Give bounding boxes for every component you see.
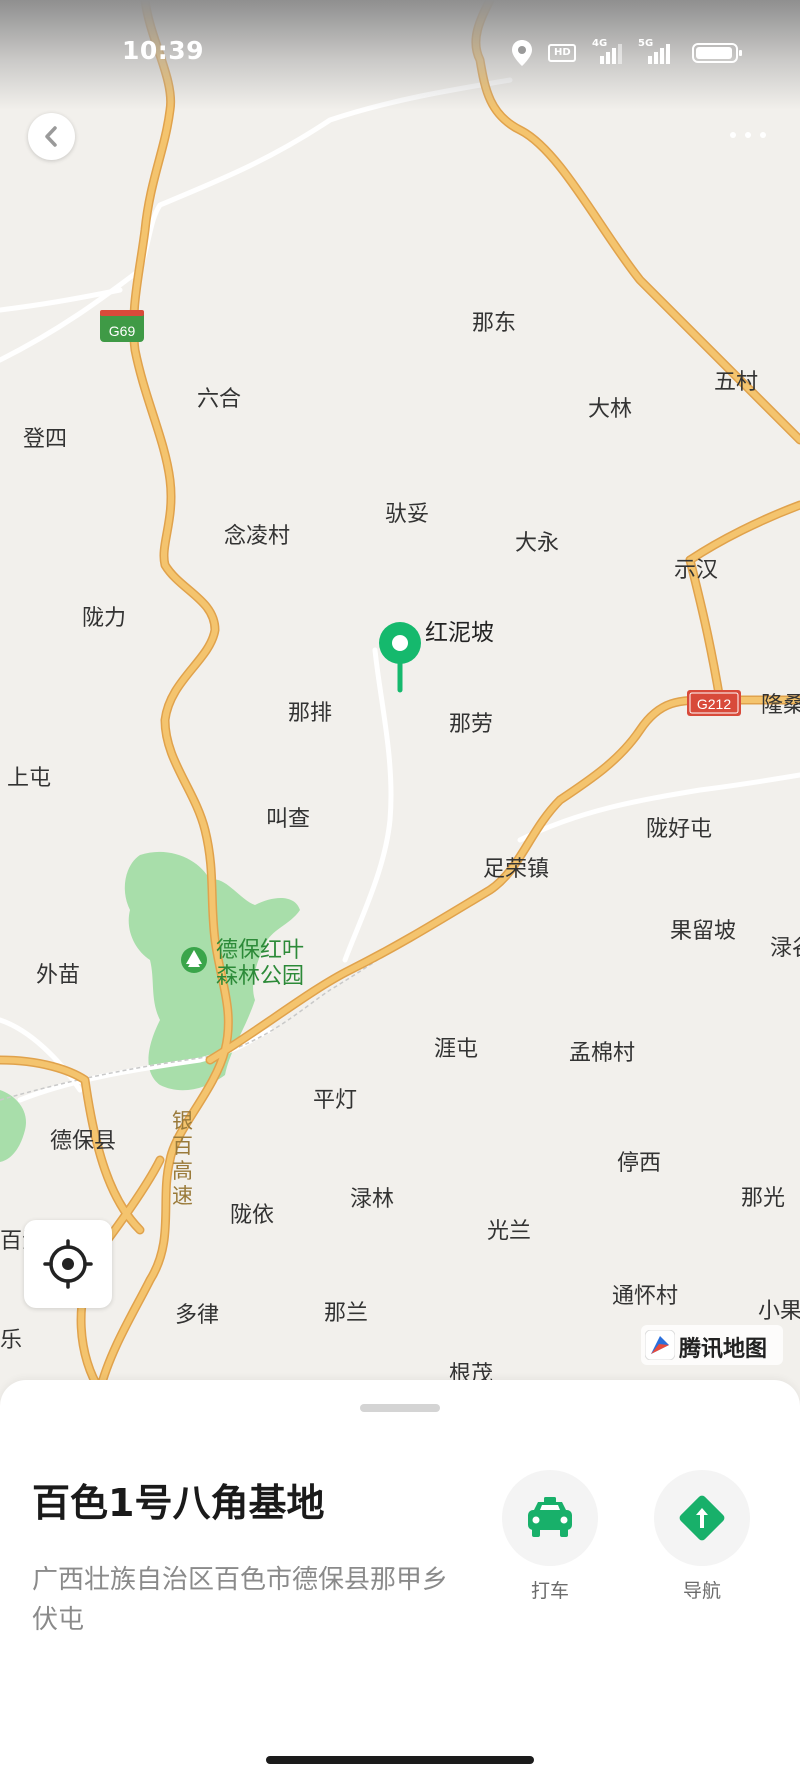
map-label: 大永 xyxy=(515,531,559,556)
status-bar: 10:39 HD 4G 5G xyxy=(0,0,800,110)
4g-signal-icon: 4G xyxy=(592,38,626,66)
place-address: 广西壮族自治区百色市德保县那甲乡伏屯 xyxy=(32,1565,449,1635)
map-label: 乐 xyxy=(0,1328,22,1353)
home-indicator[interactable] xyxy=(266,1756,534,1764)
status-time: 10:39 xyxy=(122,36,205,65)
map-label: 陇力 xyxy=(82,606,126,631)
map-label: 德保红叶 xyxy=(216,938,304,963)
map-label: 足荣镇 xyxy=(483,857,549,882)
map-label: 陇好屯 xyxy=(646,817,712,842)
watermark-text: 腾讯地图 xyxy=(679,1337,768,1362)
map-label: 孟棉村 xyxy=(569,1041,635,1066)
map-label: 多律 xyxy=(175,1303,219,1328)
map-label: 停西 xyxy=(617,1151,661,1176)
map-label: 五村 xyxy=(714,370,758,395)
map-label: 通怀村 xyxy=(612,1284,678,1309)
map-label: 陇依 xyxy=(230,1203,274,1228)
locate-me-button[interactable] xyxy=(24,1220,112,1308)
5g-signal-icon: 5G xyxy=(638,38,676,66)
map-label: 德保县 xyxy=(50,1129,116,1154)
map-label: 登四 xyxy=(23,427,67,452)
map-label: 那劳 xyxy=(449,712,493,737)
map-label: 森林公园 xyxy=(216,964,304,989)
navigation-icon xyxy=(679,1495,725,1541)
road-shield-g212: G212 xyxy=(687,690,741,716)
drag-handle[interactable] xyxy=(360,1404,440,1412)
more-options-button[interactable] xyxy=(722,118,774,152)
hd-icon: HD xyxy=(548,44,576,62)
battery-icon xyxy=(692,43,742,63)
road-shield-g69: G69 xyxy=(100,310,144,342)
map-label: 念凌村 xyxy=(224,524,290,549)
map-canvas[interactable]: G69 G212 银 百 高 速 那东 五村 大林 六合 登四 驮妥 念凌村 大… xyxy=(0,0,800,1400)
taxi-label: 打车 xyxy=(530,1580,569,1602)
map-label: 驮妥 xyxy=(385,502,429,527)
location-icon xyxy=(512,40,532,66)
map-label: 涯屯 xyxy=(434,1037,478,1062)
place-detail-sheet: 百色1号八角基地 广西壮族自治区百色市德保县那甲乡伏屯 打车 导航 xyxy=(0,1380,800,1778)
map-label: 小果 xyxy=(758,1299,800,1324)
map-provider-watermark: 腾讯地图 xyxy=(641,1325,783,1365)
map-label: 渌谷 xyxy=(770,936,800,961)
4g-label: 4G xyxy=(592,38,608,49)
map-label: 那光 xyxy=(741,1186,785,1211)
map-label: 果留坡 xyxy=(670,919,736,944)
map-label: 那东 xyxy=(472,311,516,336)
map-label: 银 xyxy=(172,1109,193,1133)
map-label: 平灯 xyxy=(313,1088,357,1113)
road-shield-g69-text: G69 xyxy=(109,323,136,339)
map-label: 那兰 xyxy=(324,1301,368,1326)
map-label: 叫查 xyxy=(266,807,310,832)
highway-name-vertical: 银 百 高 速 xyxy=(172,1109,193,1208)
more-dots-icon xyxy=(730,132,736,138)
taxi-icon xyxy=(528,1497,572,1537)
map-label: 百 xyxy=(172,1134,193,1158)
place-name: 百色1号八角基地 xyxy=(32,1481,325,1525)
map-label: 光兰 xyxy=(487,1219,531,1244)
status-icons: HD 4G 5G xyxy=(508,38,746,68)
map-label: 外苗 xyxy=(36,963,80,988)
map-label: 大林 xyxy=(588,397,632,422)
map-label: 上屯 xyxy=(7,766,51,791)
5g-label: 5G xyxy=(638,38,654,49)
navigation-button[interactable]: 导航 xyxy=(652,1470,752,1603)
back-button[interactable] xyxy=(28,113,75,160)
tencent-map-logo-icon xyxy=(645,1330,675,1360)
crosshair-icon xyxy=(43,1239,93,1289)
map-label: 示汉 xyxy=(674,558,718,583)
map-label: 隆桑 xyxy=(761,693,800,718)
map-label: 高 xyxy=(172,1159,193,1183)
navigation-label: 导航 xyxy=(682,1580,721,1602)
chevron-left-icon xyxy=(45,126,57,147)
map-label: 速 xyxy=(172,1184,193,1208)
map-label: 六合 xyxy=(197,387,241,412)
taxi-button[interactable]: 打车 xyxy=(500,1470,600,1603)
map-label: 渌林 xyxy=(350,1187,394,1212)
pin-label: 红泥坡 xyxy=(425,620,494,646)
road-shield-g212-text: G212 xyxy=(697,696,731,712)
hd-label: HD xyxy=(554,47,571,58)
map-label: 那排 xyxy=(288,701,332,726)
